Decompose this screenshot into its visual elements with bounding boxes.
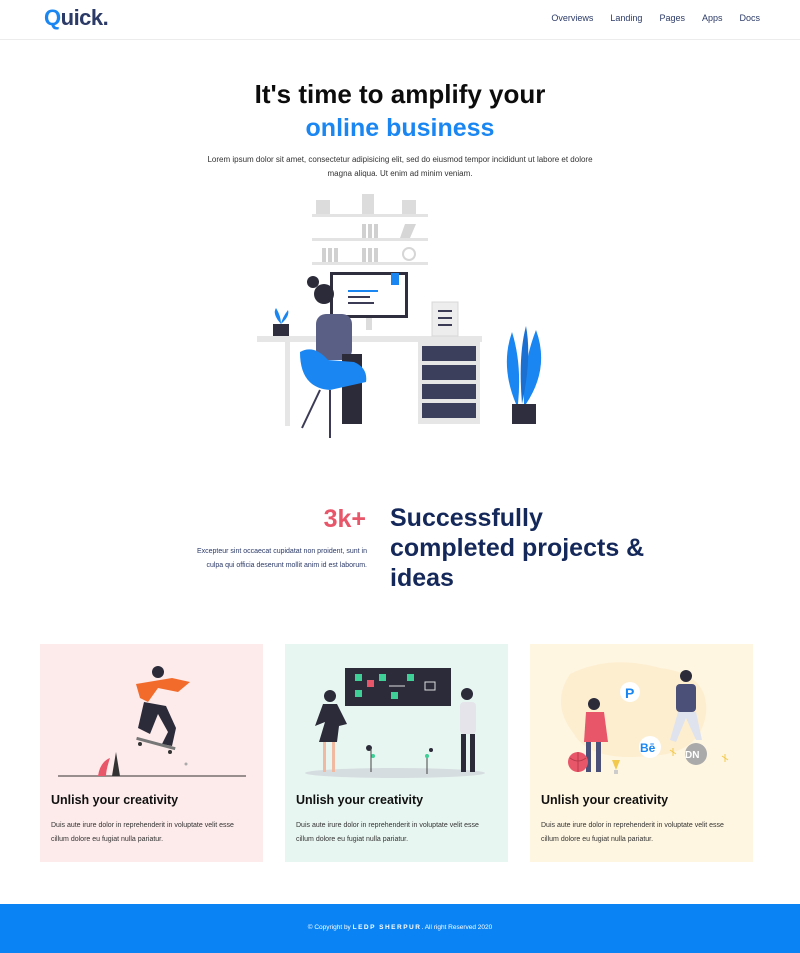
presentation-board-illustration <box>305 668 485 778</box>
footer-brand[interactable]: LEDP SHERPUR <box>353 924 422 931</box>
hero-title: It's time to amplify your <box>254 79 546 109</box>
stat-description: Excepteur sint occaecat cupidatat non pr… <box>196 548 367 569</box>
main-nav: Overviews Landing Pages Apps Docs <box>534 13 760 23</box>
svg-text:DN: DN <box>685 750 699 761</box>
feature-card[interactable]: P Bē DN Unlish your creativity Duis aute… <box>530 644 753 862</box>
logo-text: uick. <box>60 5 109 30</box>
nav-apps[interactable]: Apps <box>702 13 723 23</box>
nav-overviews[interactable]: Overviews <box>551 13 593 23</box>
copyright-prefix: © Copyright by <box>307 924 351 931</box>
social-icons-illustration: P Bē DN <box>560 662 729 774</box>
card-text: Duis aute irure dolor in reprehenderit i… <box>51 822 234 843</box>
card-title: Unlish your creativity <box>296 793 424 807</box>
skateboarder-illustration <box>58 666 246 777</box>
nav-landing[interactable]: Landing <box>610 13 642 23</box>
card-title: Unlish your creativity <box>51 793 179 807</box>
copyright-suffix: . All right Reserved 2020 <box>421 924 493 931</box>
card-title: Unlish your creativity <box>541 793 669 807</box>
nav-docs[interactable]: Docs <box>739 13 760 23</box>
nav-pages[interactable]: Pages <box>659 13 685 23</box>
copyright: © Copyright by LEDP SHERPUR. All right R… <box>0 924 800 931</box>
woman-working-at-desk-illustration <box>257 194 542 438</box>
card-text: Duis aute irure dolor in reprehenderit i… <box>541 822 724 843</box>
feature-card[interactable]: Unlish your creativity Duis aute irure d… <box>40 644 263 862</box>
svg-text:P: P <box>625 685 634 701</box>
site-footer: © Copyright by LEDP SHERPUR. All right R… <box>0 904 800 953</box>
svg-text:Bē: Bē <box>640 741 656 755</box>
hero-description: Lorem ipsum dolor sit amet, consectetur … <box>207 155 593 178</box>
site-header: Quick. Overviews Landing Pages Apps Docs <box>0 0 800 40</box>
stat-number: 3k+ <box>323 505 366 533</box>
feature-card[interactable]: Unlish your creativity Duis aute irure d… <box>285 644 508 862</box>
hero-subtitle: online business <box>305 114 495 142</box>
stat-headline: Successfully completed projects & ideas <box>390 504 645 592</box>
logo[interactable]: Quick. <box>44 5 109 31</box>
logo-mark: Q <box>44 5 61 30</box>
card-text: Duis aute irure dolor in reprehenderit i… <box>296 822 479 843</box>
